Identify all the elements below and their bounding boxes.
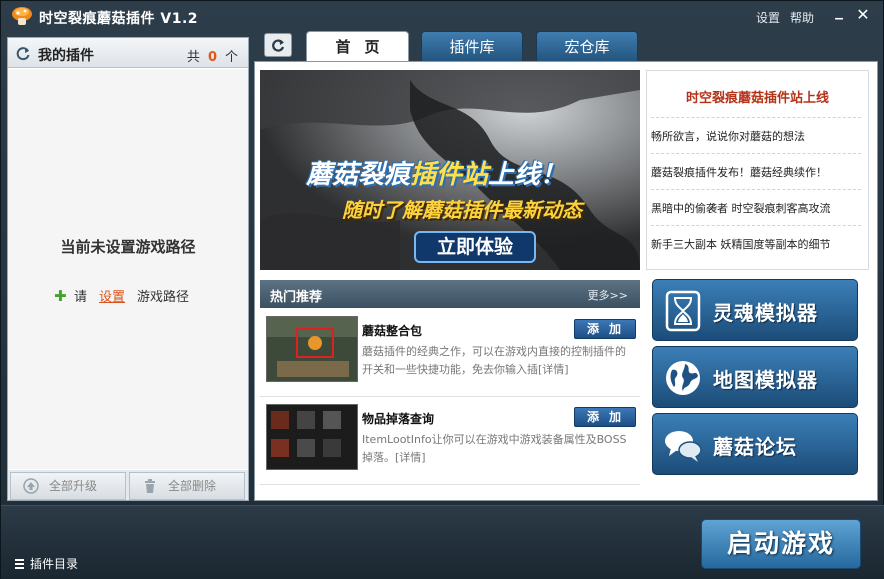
reload-icon [272,39,285,52]
plugin-name[interactable]: 物品掉落查询 [362,410,434,427]
news-divider [651,189,861,190]
map-simulator-button[interactable]: 地图模拟器 [652,346,858,408]
plus-icon: ✚ [54,287,67,305]
my-plugins-header: 我的插件 共0个 [8,38,248,68]
hourglass-icon [665,290,701,332]
news-item[interactable]: 黑暗中的偷袭者 时空裂痕刺客高攻流 [651,200,861,216]
try-now-button[interactable]: 立即体验 [414,231,536,263]
prompt-please: 请 [74,290,88,305]
my-plugins-panel: 我的插件 共0个 当前未设置游戏路径 ✚ 请设置 游戏路径 全部升级 全部删除 [7,37,249,501]
plugin-detail-link[interactable]: [详情] [395,451,426,464]
my-plugins-title: 我的插件 [38,48,94,64]
news-item[interactable]: 新手三大副本 妖精国度等副本的细节 [651,236,861,252]
plugin-description-text: 蘑菇插件的经典之作，可以在游戏内直接的控制插件的开关和一些快捷功能，免去你输入插 [362,345,626,376]
close-button[interactable]: ✕ [855,7,871,23]
plugin-description: 蘑菇插件的经典之作，可以在游戏内直接的控制插件的开关和一些快捷功能，免去你输入插… [362,343,632,379]
app-window: 时空裂痕蘑菇插件 V1.2 设置 帮助 ▁ ✕ 我的插件 共0个 当前未设置游戏… [0,0,884,579]
upgrade-all-label: 全部升级 [49,479,98,493]
trash-icon [145,479,155,493]
refresh-icon[interactable] [15,45,31,61]
app-title: 时空裂痕蘑菇插件 V1.2 [39,11,199,27]
plugin-screenshot-image [267,405,357,469]
news-item[interactable]: 蘑菇裂痕插件发布！蘑菇经典续作！ [651,164,861,180]
news-panel: 时空裂痕蘑菇插件站上线 畅所欲言，说说你对蘑菇的想法 蘑菇裂痕插件发布！蘑菇经典… [646,70,869,270]
more-link[interactable]: 更多>> [588,287,628,303]
plugin-actions: 全部升级 全部删除 [8,470,248,500]
mushroom-forum-button[interactable]: 蘑菇论坛 [652,413,858,475]
news-headline[interactable]: 时空裂痕蘑菇插件站上线 [647,87,868,106]
title-bar[interactable]: 时空裂痕蘑菇插件 V1.2 设置 帮助 ▁ ✕ [1,1,884,33]
delete-all-label: 全部删除 [168,479,217,493]
plugin-directory-label: 插件目录 [30,557,79,571]
mushroom-logo-icon [12,7,32,25]
home-content: 蘑菇裂痕插件站上线！ 随时了解蘑菇插件最新动态 立即体验 时空裂痕蘑菇插件站上线… [254,61,878,501]
news-item[interactable]: 畅所欲言，说说你对蘑菇的想法 [651,128,861,144]
plugin-detail-link[interactable]: [详情] [538,363,569,376]
plugin-count: 共0个 [187,46,238,65]
tab-plugin-library[interactable]: 插件库 [421,31,523,61]
hot-recommend-title: 热门推荐 [270,290,323,305]
plugin-thumbnail[interactable] [266,404,358,470]
plugin-card: 物品掉落查询 添加 ItemLootInfo让你可以在游戏中游戏装备属性及BOS… [260,397,640,485]
menu-icon [15,559,24,569]
chat-bubbles-icon [665,431,702,462]
banner-headline-part2: 插件站 [410,160,489,190]
help-link[interactable]: 帮助 [790,9,814,26]
tab-macro-library[interactable]: 宏仓库 [536,31,638,61]
plugin-thumbnail[interactable] [266,316,358,382]
delete-all-button[interactable]: 全部删除 [129,472,245,500]
plugin-screenshot-image [267,317,357,381]
add-plugin-button[interactable]: 添加 [574,319,636,339]
banner-headline: 蘑菇裂痕插件站上线！ [306,154,566,191]
bottom-bar: 插件目录 启动游戏 [1,505,884,579]
minimize-button[interactable]: ▁ [831,7,847,23]
banner-subheadline: 随时了解蘑菇插件最新动态 [342,198,582,222]
mushroom-forum-label: 蘑菇论坛 [713,435,797,459]
soul-simulator-label: 灵魂模拟器 [713,301,818,325]
upgrade-icon [23,478,39,494]
no-game-path-message: 当前未设置游戏路径 [60,238,196,256]
plugin-name[interactable]: 蘑菇整合包 [362,322,422,339]
prompt-game-path: 游戏路径 [137,290,190,305]
launch-game-button[interactable]: 启动游戏 [701,519,861,569]
reload-button[interactable] [264,33,292,57]
set-path-prompt: ✚ 请设置 游戏路径 [54,286,189,305]
plugin-description: ItemLootInfo让你可以在游戏中游戏装备属性及BOSS掉落。[详情] [362,431,632,467]
my-plugins-list: 当前未设置游戏路径 ✚ 请设置 游戏路径 [8,69,248,469]
news-divider [651,117,861,118]
hot-recommend-header: 热门推荐 更多>> [260,280,640,308]
plugin-card: 蘑菇整合包 添加 蘑菇插件的经典之作，可以在游戏内直接的控制插件的开关和一些快捷… [260,309,640,397]
tab-home[interactable]: 首页 [306,31,409,62]
map-simulator-label: 地图模拟器 [713,368,818,392]
add-plugin-button[interactable]: 添加 [574,407,636,427]
globe-icon [666,361,700,395]
count-prefix: 共 [186,50,200,65]
banner-headline-part1: 蘑菇裂痕 [306,160,411,190]
settings-link[interactable]: 设置 [756,9,780,26]
upgrade-all-button[interactable]: 全部升级 [10,472,126,500]
count-suffix: 个 [224,50,238,65]
count-number: 0 [207,50,217,65]
news-divider [651,153,861,154]
news-divider [651,225,861,226]
promo-banner[interactable]: 蘑菇裂痕插件站上线！ 随时了解蘑菇插件最新动态 立即体验 [260,70,640,270]
banner-headline-part3: 上线！ [488,160,567,190]
soul-simulator-button[interactable]: 灵魂模拟器 [652,279,858,341]
plugin-directory-link[interactable]: 插件目录 [15,555,78,572]
set-path-link[interactable]: 设置 [99,290,125,305]
